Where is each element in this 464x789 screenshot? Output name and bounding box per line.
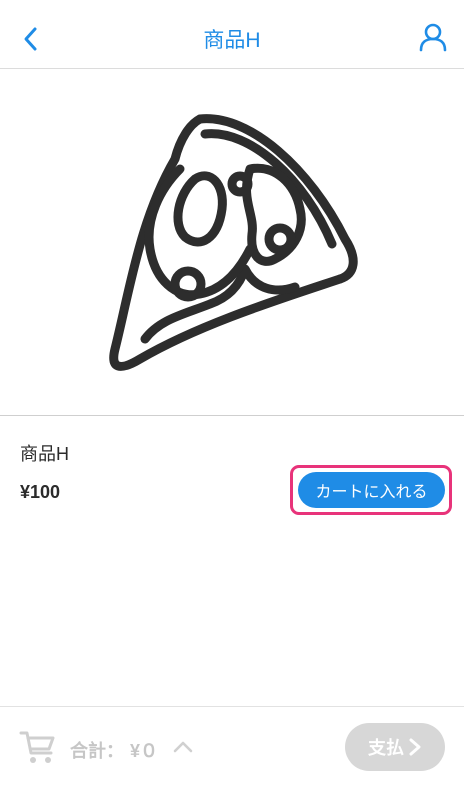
chevron-up-icon [173,741,193,753]
user-icon [419,23,447,52]
pay-button[interactable]: 支払 [345,723,445,771]
checkout-bar: 合計： ¥０ 支払 [0,706,464,789]
page-title: 商品H [203,29,261,52]
total-label: 合計： [70,741,124,761]
cart-icon [19,731,55,763]
pizza-slice-icon [109,114,358,371]
total-value: ¥０ [130,741,159,761]
product-image-area [0,69,464,416]
chevron-right-icon [409,738,421,756]
cart-total: 合計： ¥０ [70,737,164,763]
user-button[interactable] [418,22,448,52]
app-header: 商品H [0,0,464,69]
pay-label: 支払 [368,738,404,758]
product-name: 商品H [20,444,69,464]
add-to-cart-button[interactable]: カートに入れる [298,472,445,508]
expand-cart-button[interactable] [172,737,194,755]
cart-button[interactable] [18,727,58,767]
product-price: ¥100 [20,482,61,502]
